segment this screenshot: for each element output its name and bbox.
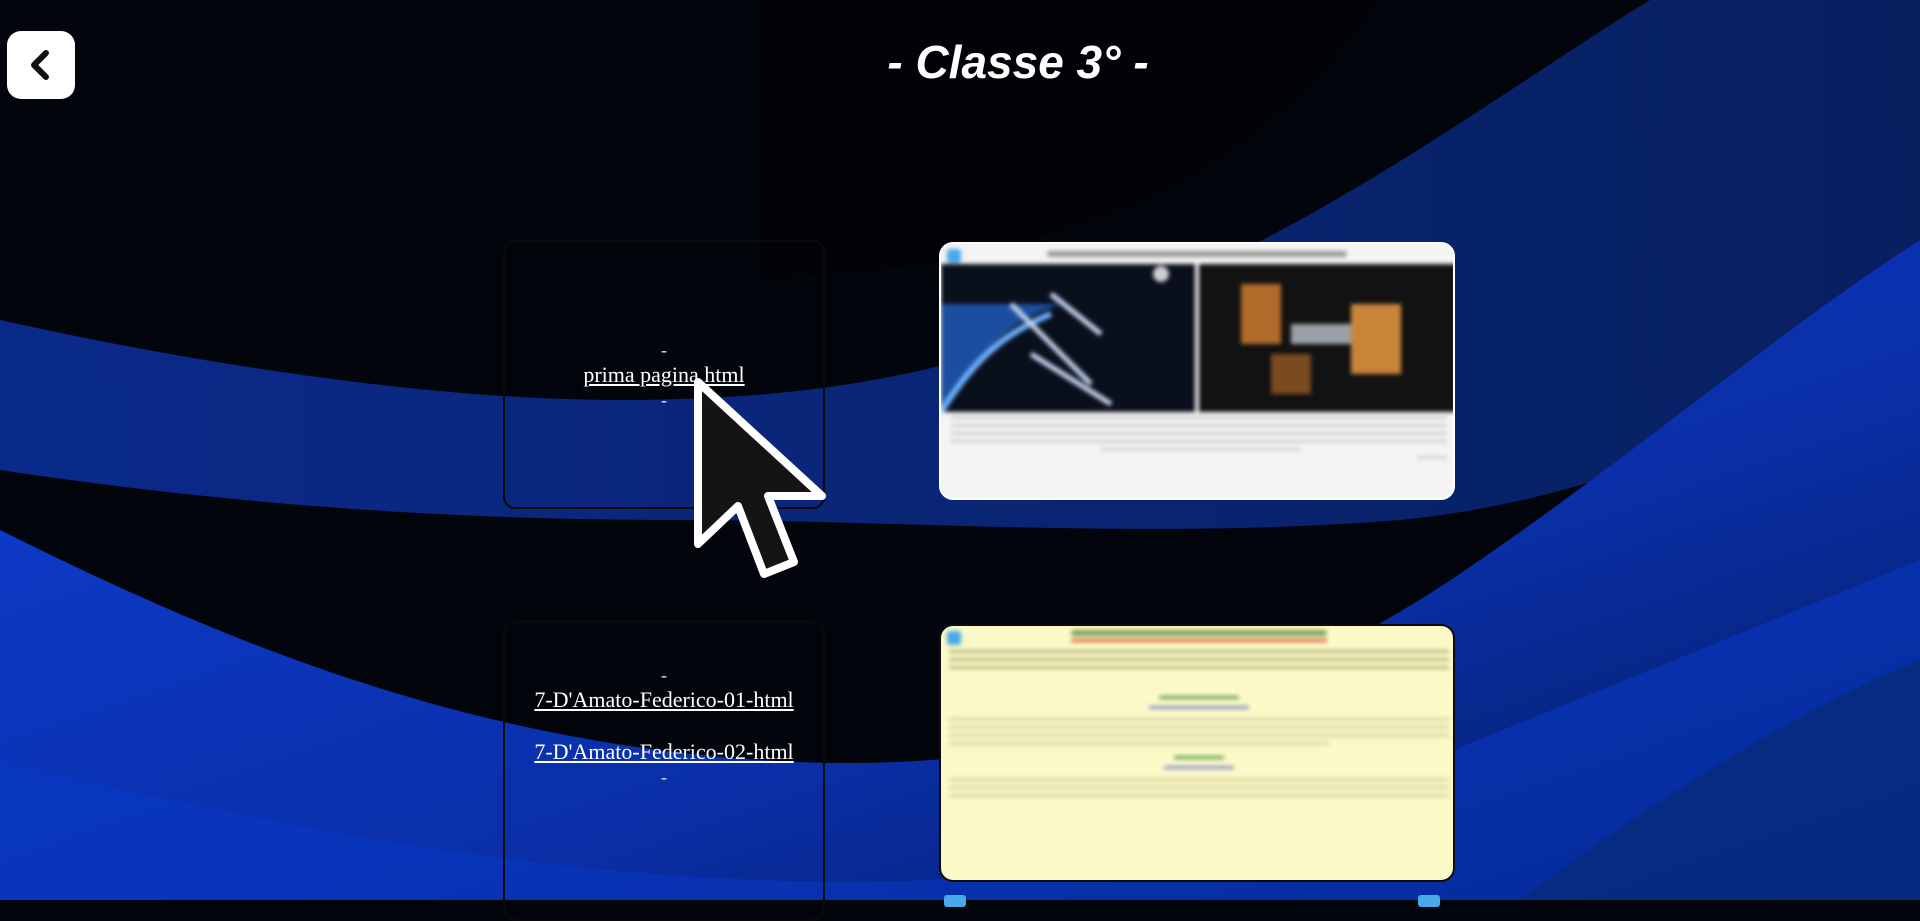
separator-dash: -: [661, 339, 667, 360]
link-damato-federico-01-html[interactable]: 7-D'Amato-Federico-01-html: [534, 686, 793, 714]
preview-badge-icon: [947, 631, 961, 645]
preview-header: [941, 244, 1453, 264]
thumbnail-badge-icon: [1418, 895, 1440, 907]
mouse-pointer-icon: [694, 378, 826, 578]
thumbnail-badge-icon: [944, 895, 966, 907]
page-title: - Classe 3° -: [887, 36, 1149, 88]
separator-dash: -: [661, 665, 667, 685]
space-station-image: [941, 264, 1453, 412]
preview-thumbnail[interactable]: [939, 624, 1455, 882]
link-card: - 7-D'Amato-Federico-01-html 7-D'Amato-F…: [503, 621, 825, 921]
link-damato-federico-02-html[interactable]: 7-D'Amato-Federico-02-html: [534, 738, 793, 766]
separator-dash: -: [661, 389, 667, 410]
preview-thumbnail[interactable]: [939, 242, 1455, 500]
separator-dash: -: [661, 767, 667, 787]
